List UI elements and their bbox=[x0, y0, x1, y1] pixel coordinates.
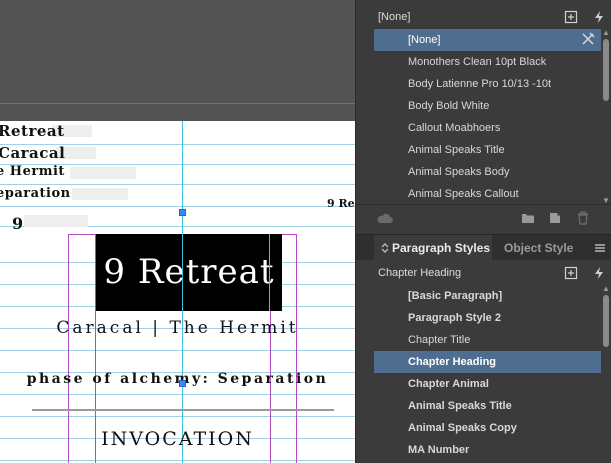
spread-line: e Hermit bbox=[0, 164, 65, 179]
spread-line: Retreat bbox=[0, 122, 65, 140]
style-item-label: Animal Speaks Title bbox=[408, 400, 512, 412]
new-style-group-icon[interactable] bbox=[564, 266, 578, 280]
text-highlight bbox=[72, 188, 128, 200]
text-highlight bbox=[24, 215, 88, 227]
character-styles-footer bbox=[356, 204, 611, 230]
character-style-item[interactable]: Monothers Clean 10pt Black bbox=[374, 51, 601, 73]
style-item-label: Animal Speaks Copy bbox=[408, 422, 517, 434]
baseline-guide bbox=[0, 416, 355, 417]
character-style-current-label: [None] bbox=[378, 11, 411, 23]
selection-handle[interactable] bbox=[179, 380, 186, 387]
style-item-label: Chapter Title bbox=[408, 334, 471, 346]
baseline-guide bbox=[0, 206, 355, 207]
scroll-thumb[interactable] bbox=[603, 39, 609, 101]
style-item-label: Callout Moabhoers bbox=[408, 122, 501, 134]
paragraph-style-item[interactable]: Chapter Animal bbox=[374, 373, 601, 395]
spread-line: Caracal bbox=[0, 144, 66, 162]
paragraph-style-item[interactable]: Paragraph Style 2 bbox=[374, 307, 601, 329]
character-style-item[interactable]: Body Bold White bbox=[374, 95, 601, 117]
center-guide bbox=[182, 121, 183, 463]
selection-handle[interactable] bbox=[179, 209, 186, 216]
panel-tab-bar: Paragraph Styles Object Style bbox=[356, 234, 611, 261]
character-style-item[interactable]: Animal Speaks Title bbox=[374, 139, 601, 161]
style-item-label: MA Number bbox=[408, 444, 470, 456]
styles-panels: [None] [None] Monothers Clean 10pt Black… bbox=[355, 0, 611, 463]
tab-paragraph-styles[interactable]: Paragraph Styles bbox=[374, 235, 492, 261]
scroll-up-arrow[interactable]: ▲ bbox=[601, 29, 611, 37]
lightning-icon[interactable] bbox=[592, 10, 606, 24]
style-item-label: Monothers Clean 10pt Black bbox=[408, 56, 547, 68]
style-item-label: [Basic Paragraph] bbox=[408, 290, 503, 302]
spread-line: eparation bbox=[0, 186, 71, 201]
style-item-label: Paragraph Style 2 bbox=[408, 312, 501, 324]
new-style-icon[interactable] bbox=[548, 211, 562, 225]
tab-paragraph-label: Paragraph Styles bbox=[392, 241, 491, 255]
baseline-guide bbox=[0, 460, 355, 461]
character-style-item[interactable]: [None] bbox=[374, 29, 601, 51]
spread-line: 9 bbox=[12, 214, 24, 233]
paragraph-styles-scrollbar[interactable]: ▲ bbox=[601, 285, 611, 463]
paragraph-style-item[interactable]: MA Number bbox=[374, 439, 601, 461]
pasteboard[interactable] bbox=[0, 0, 355, 120]
scroll-up-arrow[interactable]: ▲ bbox=[601, 285, 611, 293]
phase-line: phase of alchemy: Separation bbox=[26, 371, 329, 387]
new-folder-icon[interactable] bbox=[521, 211, 535, 225]
document-page[interactable]: Retreat Caracal e Hermit eparation 9 9 R… bbox=[0, 121, 355, 463]
character-style-item[interactable]: Animal Speaks Body bbox=[374, 161, 601, 183]
clear-overrides-icon[interactable] bbox=[581, 32, 595, 46]
title-frame[interactable]: 9 Retreat bbox=[96, 234, 282, 311]
style-item-label: Animal Speaks Callout bbox=[408, 188, 519, 200]
chapter-subtitle: Caracal | The Hermit bbox=[56, 318, 299, 338]
paragraph-style-item[interactable]: Chapter Title bbox=[374, 329, 601, 351]
character-styles-scrollbar[interactable]: ▲ ▼ bbox=[601, 29, 611, 205]
style-item-label: Animal Speaks Body bbox=[408, 166, 510, 178]
style-item-label: Animal Speaks Title bbox=[408, 144, 505, 156]
baseline-guide bbox=[0, 350, 355, 351]
chapter-title: 9 Retreat bbox=[103, 252, 275, 292]
character-style-item[interactable]: Body Latienne Pro 10/13 -10t bbox=[374, 73, 601, 95]
bleed-guide bbox=[0, 103, 355, 104]
paragraph-style-current-label: Chapter Heading bbox=[378, 267, 462, 279]
baseline-guide bbox=[0, 394, 355, 395]
tab-object-label: Object Style bbox=[504, 241, 574, 255]
panel-menu-icon[interactable] bbox=[594, 242, 606, 254]
style-item-label: Body Bold White bbox=[408, 100, 490, 112]
divider-rule bbox=[32, 409, 334, 411]
paragraph-style-item[interactable]: Animal Speaks Title bbox=[374, 395, 601, 417]
style-item-label: Chapter Heading bbox=[408, 356, 497, 368]
style-item-label: Body Latienne Pro 10/13 -10t bbox=[408, 78, 552, 90]
character-style-item[interactable]: Callout Moabhoers bbox=[374, 117, 601, 139]
style-item-label: Chapter Animal bbox=[408, 378, 489, 390]
trash-icon[interactable] bbox=[576, 211, 590, 225]
character-style-item[interactable]: Animal Speaks Callout bbox=[374, 183, 601, 205]
lightning-icon[interactable] bbox=[592, 266, 606, 280]
paragraph-style-item[interactable]: [Basic Paragraph] bbox=[374, 285, 601, 307]
invocation-heading: INVOCATION bbox=[101, 428, 254, 450]
side-text-label: 9 Re bbox=[327, 197, 355, 210]
scroll-thumb[interactable] bbox=[603, 295, 609, 347]
paragraph-style-item[interactable]: Animal Speaks Copy bbox=[374, 417, 601, 439]
paragraph-style-item[interactable]: Chapter Heading bbox=[374, 351, 601, 373]
text-highlight bbox=[70, 167, 136, 179]
cloud-library-icon[interactable] bbox=[376, 211, 394, 225]
new-style-group-icon[interactable] bbox=[564, 10, 578, 24]
style-item-label: [None] bbox=[408, 34, 441, 46]
indesign-workspace: Retreat Caracal e Hermit eparation 9 9 R… bbox=[0, 0, 611, 463]
tab-object-styles[interactable]: Object Style bbox=[496, 235, 590, 261]
baseline-guide bbox=[0, 184, 355, 185]
document-canvas[interactable]: Retreat Caracal e Hermit eparation 9 9 R… bbox=[0, 0, 355, 463]
collapse-arrows-icon[interactable] bbox=[380, 243, 390, 253]
smart-guide bbox=[269, 234, 270, 311]
